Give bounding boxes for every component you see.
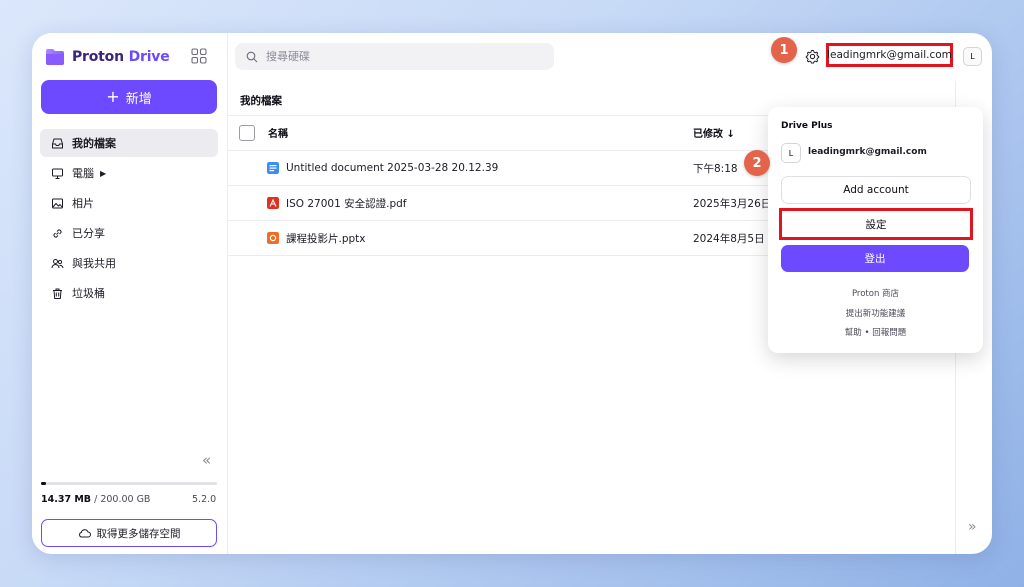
file-name: ISO 27001 安全認證.pdf <box>286 197 407 210</box>
sidebar-item-trash[interactable]: 垃圾桶 <box>40 279 218 307</box>
photo-icon <box>52 198 63 208</box>
get-more-storage-label: 取得更多儲存空間 <box>96 527 181 540</box>
settings-button[interactable]: 設定 <box>779 208 973 240</box>
sidebar-item-my-files[interactable]: 我的檔案 <box>40 129 218 157</box>
help-report-link[interactable]: 幫助 • 回報問題 <box>768 326 983 338</box>
brand-name: Proton Drive <box>72 49 170 65</box>
pdf-icon <box>267 197 279 209</box>
storage-total: / 200.00 GB <box>94 494 151 505</box>
sidebar-item-label: 與我共用 <box>72 257 116 270</box>
proton-drive-logo-icon <box>46 49 64 65</box>
trash-icon <box>53 288 62 299</box>
file-modified: 2025年3月26日 <box>693 197 772 210</box>
sidebar-nav: 我的檔案 電腦 ▶ 相片 已分享 與我共用 垃圾桶 <box>40 129 218 309</box>
storage-progress-bar <box>41 482 217 485</box>
sidebar-item-shared[interactable]: 已分享 <box>40 219 218 247</box>
collapse-sidebar-icon[interactable]: « <box>202 451 211 469</box>
file-name: 課程投影片.pptx <box>286 232 366 245</box>
new-button[interactable]: + 新增 <box>41 80 217 114</box>
sidebar-item-label: 電腦 <box>72 167 94 180</box>
storage-usage: 14.37 MB / 200.00 GB <box>41 494 150 505</box>
sidebar-item-label: 垃圾桶 <box>72 287 105 300</box>
file-modified: 2024年8月5日 <box>693 232 765 245</box>
select-all-checkbox[interactable] <box>239 124 255 141</box>
brand[interactable]: Proton Drive <box>45 47 170 67</box>
file-modified: 下午8:18 <box>693 162 738 175</box>
link-icon <box>53 228 62 238</box>
sidebar-item-label: 已分享 <box>72 227 105 240</box>
sidebar: Proton Drive + 新增 我的檔案 電腦 ▶ 相片 已分享 與我共用 … <box>32 33 228 554</box>
inbox-icon <box>52 138 63 148</box>
add-account-button[interactable]: Add account <box>781 176 971 204</box>
account-email: leadingmrk@gmail.com <box>808 147 927 157</box>
new-button-label: 新增 <box>125 91 152 107</box>
plus-icon: + <box>106 87 120 106</box>
search-input[interactable] <box>264 49 528 64</box>
apps-grid-icon[interactable] <box>191 48 207 64</box>
step-marker-1: 1 <box>771 37 797 63</box>
sidebar-item-computers[interactable]: 電腦 ▶ <box>40 159 218 187</box>
step-marker-2: 2 <box>744 150 770 176</box>
cloud-icon <box>78 529 91 538</box>
logout-button[interactable]: 登出 <box>781 245 969 272</box>
settings-gear-icon[interactable] <box>805 49 820 64</box>
caret-right-icon[interactable]: ▶ <box>100 169 106 178</box>
account-dropdown: Drive Plus L leadingmrk@gmail.com Add ac… <box>768 107 983 353</box>
app-version: 5.2.0 <box>192 494 217 505</box>
pptx-icon <box>267 232 279 244</box>
avatar: L <box>781 143 801 163</box>
column-header-modified[interactable]: 已修改 ↓ <box>693 125 735 140</box>
monitor-icon <box>52 168 63 179</box>
account-email-button[interactable]: leadingmrk@gmail.com <box>826 43 953 67</box>
storage-progress-fill <box>41 482 47 485</box>
proton-shop-link[interactable]: Proton 商店 <box>768 287 983 299</box>
search-icon <box>246 51 258 62</box>
plan-name: Drive Plus <box>781 121 833 131</box>
sidebar-item-shared-with-me[interactable]: 與我共用 <box>40 249 218 277</box>
breadcrumb[interactable]: 我的檔案 <box>240 93 282 108</box>
search-box[interactable] <box>235 43 554 70</box>
feature-suggestion-link[interactable]: 提出新功能建議 <box>768 307 983 319</box>
expand-panel-icon[interactable]: » <box>968 519 977 535</box>
column-header-name[interactable]: 名稱 <box>268 125 288 140</box>
sidebar-item-label: 我的檔案 <box>72 137 116 150</box>
storage-used: 14.37 MB <box>41 494 92 505</box>
file-name: Untitled document 2025-03-28 20.12.39 <box>286 162 499 174</box>
top-bar: leadingmrk@gmail.com L <box>227 33 992 81</box>
users-icon <box>51 258 64 268</box>
sidebar-item-label: 相片 <box>72 197 94 210</box>
app-window: Proton Drive + 新增 我的檔案 電腦 ▶ 相片 已分享 與我共用 … <box>32 33 992 554</box>
sidebar-item-photos[interactable]: 相片 <box>40 189 218 217</box>
get-more-storage-button[interactable]: 取得更多儲存空間 <box>41 519 217 547</box>
avatar[interactable]: L <box>963 47 982 66</box>
doc-icon <box>267 162 279 174</box>
